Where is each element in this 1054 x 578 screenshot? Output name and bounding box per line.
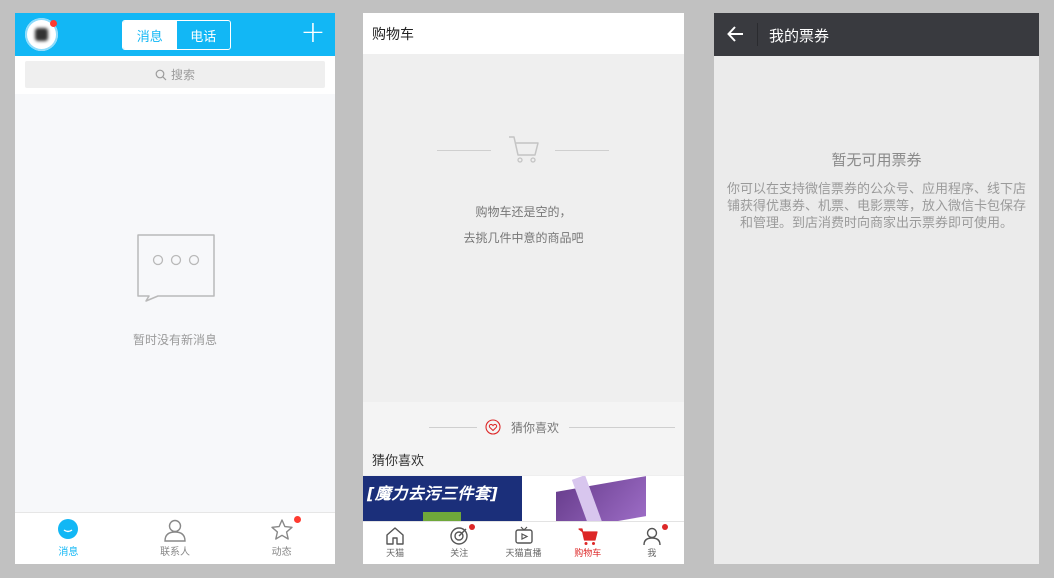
person-icon [164, 519, 186, 542]
tab-label: 动态 [271, 547, 292, 558]
tab-phone[interactable]: 电话 [177, 21, 231, 49]
search-icon [155, 69, 167, 80]
divider [437, 150, 491, 151]
empty-message-text: 暂时没有新消息 [132, 333, 217, 347]
tab-label: 关注 [450, 549, 469, 559]
product-card[interactable]: [魔力去污三件套] [363, 476, 522, 522]
recommendation-label: 猜你喜欢 [511, 421, 560, 435]
tab-bar-me[interactable]: 我 [620, 522, 684, 564]
page-title: 购物车 [372, 27, 414, 43]
tab-bar-moments[interactable]: 动态 [228, 513, 335, 564]
tab-label: 天猫 [386, 549, 405, 559]
tab-label: 购物车 [574, 549, 602, 559]
empty-chat-icon [137, 234, 215, 302]
search-bar-container: 搜索 [15, 56, 335, 94]
qq-header: 消息 电话 + [15, 13, 335, 56]
person-icon [643, 527, 661, 546]
notification-badge [661, 524, 668, 530]
notification-badge [294, 516, 302, 523]
tab-bar-live[interactable]: 天猫直播 [491, 522, 555, 564]
recommendation-title: 猜你喜欢 [372, 454, 425, 469]
avatar[interactable] [25, 18, 58, 51]
tv-icon [514, 526, 533, 544]
tab-label: 消息 [58, 547, 79, 558]
tab-bar-tmall[interactable]: 天猫 [363, 522, 427, 564]
empty-cart-icon [509, 136, 539, 163]
divider [757, 23, 758, 46]
gift-box-image [556, 476, 646, 522]
bottom-tab-bar: 天猫 关注 天猫直播 购物车 我 [363, 521, 684, 564]
product-banner-text: [魔力去污三件套] [367, 484, 499, 503]
qq-messages-screen: 消息 电话 + 搜索 暂时没有新消息 消息 联系人 动态 [15, 13, 335, 564]
back-arrow-icon[interactable] [726, 24, 746, 44]
cart-icon [578, 528, 598, 545]
tab-label: 天猫直播 [505, 549, 542, 559]
search-placeholder: 搜索 [170, 68, 195, 82]
segmented-control: 消息 电话 [122, 20, 231, 50]
tab-messages[interactable]: 消息 [123, 21, 177, 49]
divider [555, 150, 609, 151]
divider [429, 427, 477, 428]
chat-bubble-icon [58, 519, 79, 539]
tab-bar-messages[interactable]: 消息 [15, 513, 122, 564]
tab-bar-follow[interactable]: 关注 [427, 522, 491, 564]
wechat-coupons-screen: 我的票券 暂无可用票券 你可以在支持微信票券的公众号、应用程序、线下店铺获得优惠… [714, 13, 1039, 564]
bottom-tab-bar: 消息 联系人 动态 [15, 512, 335, 564]
heart-icon [485, 419, 501, 435]
notification-badge [469, 524, 476, 530]
divider [569, 427, 675, 428]
empty-description: 你可以在支持微信票券的公众号、应用程序、线下店铺获得优惠券、机票、电影票等，放入… [726, 182, 1026, 231]
target-icon [450, 527, 468, 545]
empty-title: 暂无可用票券 [831, 151, 922, 169]
tab-bar-cart[interactable]: 购物车 [556, 522, 620, 564]
star-icon [270, 519, 293, 540]
page-title: 我的票券 [769, 27, 830, 45]
search-input[interactable]: 搜索 [25, 61, 325, 88]
tmall-cart-screen: 购物车 购物车还是空的， 去挑几件中意的商品吧 猜你喜欢 猜你喜欢 [魔力去污三… [363, 13, 684, 564]
tab-bar-contacts[interactable]: 联系人 [122, 513, 229, 564]
notification-dot [50, 20, 57, 27]
tab-label: 联系人 [160, 547, 190, 558]
cart-header: 购物车 [363, 13, 684, 54]
home-icon [386, 527, 404, 545]
tab-label: 我 [647, 549, 657, 559]
empty-cart-text: 购物车还是空的， [475, 205, 572, 219]
coupons-header: 我的票券 [714, 13, 1039, 56]
product-card[interactable] [522, 476, 684, 522]
empty-cart-hint: 去挑几件中意的商品吧 [463, 231, 584, 245]
plus-icon[interactable]: + [299, 17, 327, 49]
